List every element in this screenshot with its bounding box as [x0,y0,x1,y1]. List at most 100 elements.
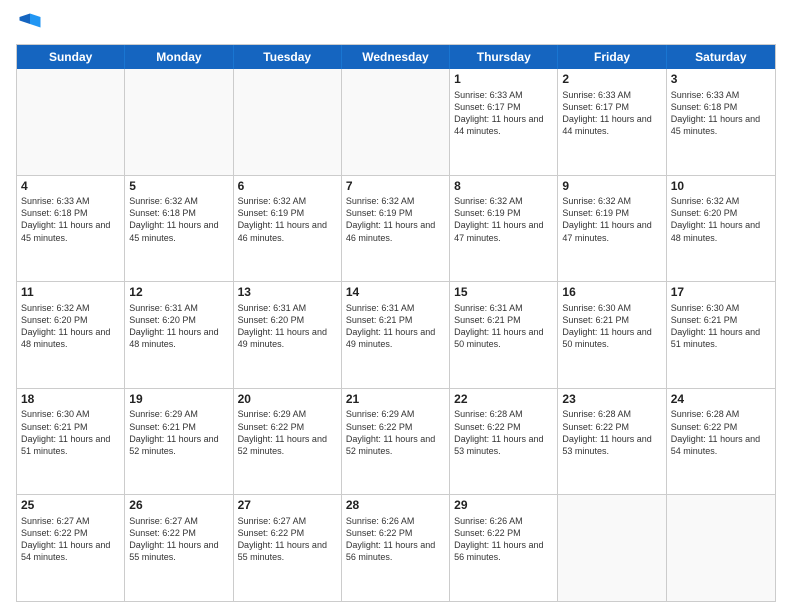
day-info: Sunrise: 6:31 AM Sunset: 6:20 PM Dayligh… [238,302,337,351]
day-number: 20 [238,392,337,408]
cal-cell: 29Sunrise: 6:26 AM Sunset: 6:22 PM Dayli… [450,495,558,601]
header [16,10,776,38]
day-number: 22 [454,392,553,408]
calendar-week-5: 25Sunrise: 6:27 AM Sunset: 6:22 PM Dayli… [17,495,775,601]
header-friday: Friday [558,45,666,69]
day-number: 10 [671,179,771,195]
day-info: Sunrise: 6:29 AM Sunset: 6:21 PM Dayligh… [129,408,228,457]
cal-cell: 21Sunrise: 6:29 AM Sunset: 6:22 PM Dayli… [342,389,450,495]
day-info: Sunrise: 6:32 AM Sunset: 6:20 PM Dayligh… [671,195,771,244]
day-info: Sunrise: 6:30 AM Sunset: 6:21 PM Dayligh… [562,302,661,351]
day-info: Sunrise: 6:33 AM Sunset: 6:17 PM Dayligh… [454,89,553,138]
day-number: 28 [346,498,445,514]
day-info: Sunrise: 6:28 AM Sunset: 6:22 PM Dayligh… [671,408,771,457]
cal-cell: 1Sunrise: 6:33 AM Sunset: 6:17 PM Daylig… [450,69,558,175]
calendar-week-3: 11Sunrise: 6:32 AM Sunset: 6:20 PM Dayli… [17,282,775,389]
day-info: Sunrise: 6:32 AM Sunset: 6:20 PM Dayligh… [21,302,120,351]
day-number: 5 [129,179,228,195]
day-number: 14 [346,285,445,301]
header-monday: Monday [125,45,233,69]
day-number: 24 [671,392,771,408]
cal-cell: 20Sunrise: 6:29 AM Sunset: 6:22 PM Dayli… [234,389,342,495]
cal-cell: 17Sunrise: 6:30 AM Sunset: 6:21 PM Dayli… [667,282,775,388]
cal-cell: 27Sunrise: 6:27 AM Sunset: 6:22 PM Dayli… [234,495,342,601]
cal-cell: 4Sunrise: 6:33 AM Sunset: 6:18 PM Daylig… [17,176,125,282]
cal-cell [234,69,342,175]
day-info: Sunrise: 6:30 AM Sunset: 6:21 PM Dayligh… [21,408,120,457]
calendar-body: 1Sunrise: 6:33 AM Sunset: 6:17 PM Daylig… [17,69,775,601]
day-number: 26 [129,498,228,514]
day-number: 3 [671,72,771,88]
cal-cell: 28Sunrise: 6:26 AM Sunset: 6:22 PM Dayli… [342,495,450,601]
cal-cell: 7Sunrise: 6:32 AM Sunset: 6:19 PM Daylig… [342,176,450,282]
day-info: Sunrise: 6:28 AM Sunset: 6:22 PM Dayligh… [562,408,661,457]
day-info: Sunrise: 6:29 AM Sunset: 6:22 PM Dayligh… [238,408,337,457]
day-info: Sunrise: 6:32 AM Sunset: 6:19 PM Dayligh… [562,195,661,244]
day-number: 15 [454,285,553,301]
day-number: 11 [21,285,120,301]
day-number: 8 [454,179,553,195]
cal-cell: 22Sunrise: 6:28 AM Sunset: 6:22 PM Dayli… [450,389,558,495]
calendar-header-row: Sunday Monday Tuesday Wednesday Thursday… [17,45,775,69]
day-info: Sunrise: 6:27 AM Sunset: 6:22 PM Dayligh… [21,515,120,564]
header-tuesday: Tuesday [234,45,342,69]
day-info: Sunrise: 6:26 AM Sunset: 6:22 PM Dayligh… [454,515,553,564]
cal-cell [667,495,775,601]
header-wednesday: Wednesday [342,45,450,69]
cal-cell: 8Sunrise: 6:32 AM Sunset: 6:19 PM Daylig… [450,176,558,282]
cal-cell: 10Sunrise: 6:32 AM Sunset: 6:20 PM Dayli… [667,176,775,282]
cal-cell: 9Sunrise: 6:32 AM Sunset: 6:19 PM Daylig… [558,176,666,282]
day-info: Sunrise: 6:33 AM Sunset: 6:18 PM Dayligh… [671,89,771,138]
cal-cell: 25Sunrise: 6:27 AM Sunset: 6:22 PM Dayli… [17,495,125,601]
cal-cell: 12Sunrise: 6:31 AM Sunset: 6:20 PM Dayli… [125,282,233,388]
day-number: 1 [454,72,553,88]
day-info: Sunrise: 6:26 AM Sunset: 6:22 PM Dayligh… [346,515,445,564]
cal-cell: 13Sunrise: 6:31 AM Sunset: 6:20 PM Dayli… [234,282,342,388]
day-number: 18 [21,392,120,408]
day-info: Sunrise: 6:27 AM Sunset: 6:22 PM Dayligh… [129,515,228,564]
day-number: 29 [454,498,553,514]
cal-cell: 11Sunrise: 6:32 AM Sunset: 6:20 PM Dayli… [17,282,125,388]
cal-cell [17,69,125,175]
cal-cell [125,69,233,175]
calendar-week-4: 18Sunrise: 6:30 AM Sunset: 6:21 PM Dayli… [17,389,775,496]
cal-cell [342,69,450,175]
cal-cell: 24Sunrise: 6:28 AM Sunset: 6:22 PM Dayli… [667,389,775,495]
day-number: 16 [562,285,661,301]
day-info: Sunrise: 6:32 AM Sunset: 6:18 PM Dayligh… [129,195,228,244]
day-number: 6 [238,179,337,195]
day-info: Sunrise: 6:31 AM Sunset: 6:21 PM Dayligh… [346,302,445,351]
logo [16,10,48,38]
cal-cell: 15Sunrise: 6:31 AM Sunset: 6:21 PM Dayli… [450,282,558,388]
day-info: Sunrise: 6:27 AM Sunset: 6:22 PM Dayligh… [238,515,337,564]
cal-cell: 3Sunrise: 6:33 AM Sunset: 6:18 PM Daylig… [667,69,775,175]
header-sunday: Sunday [17,45,125,69]
day-info: Sunrise: 6:28 AM Sunset: 6:22 PM Dayligh… [454,408,553,457]
cal-cell: 19Sunrise: 6:29 AM Sunset: 6:21 PM Dayli… [125,389,233,495]
cal-cell: 26Sunrise: 6:27 AM Sunset: 6:22 PM Dayli… [125,495,233,601]
day-info: Sunrise: 6:31 AM Sunset: 6:20 PM Dayligh… [129,302,228,351]
cal-cell: 14Sunrise: 6:31 AM Sunset: 6:21 PM Dayli… [342,282,450,388]
cal-cell [558,495,666,601]
day-number: 19 [129,392,228,408]
day-number: 27 [238,498,337,514]
day-number: 4 [21,179,120,195]
page: Sunday Monday Tuesday Wednesday Thursday… [0,0,792,612]
day-info: Sunrise: 6:30 AM Sunset: 6:21 PM Dayligh… [671,302,771,351]
day-number: 7 [346,179,445,195]
day-info: Sunrise: 6:32 AM Sunset: 6:19 PM Dayligh… [346,195,445,244]
day-info: Sunrise: 6:31 AM Sunset: 6:21 PM Dayligh… [454,302,553,351]
day-info: Sunrise: 6:32 AM Sunset: 6:19 PM Dayligh… [454,195,553,244]
cal-cell: 18Sunrise: 6:30 AM Sunset: 6:21 PM Dayli… [17,389,125,495]
day-info: Sunrise: 6:32 AM Sunset: 6:19 PM Dayligh… [238,195,337,244]
cal-cell: 2Sunrise: 6:33 AM Sunset: 6:17 PM Daylig… [558,69,666,175]
cal-cell: 5Sunrise: 6:32 AM Sunset: 6:18 PM Daylig… [125,176,233,282]
day-number: 13 [238,285,337,301]
cal-cell: 23Sunrise: 6:28 AM Sunset: 6:22 PM Dayli… [558,389,666,495]
calendar-week-1: 1Sunrise: 6:33 AM Sunset: 6:17 PM Daylig… [17,69,775,176]
day-info: Sunrise: 6:29 AM Sunset: 6:22 PM Dayligh… [346,408,445,457]
day-number: 23 [562,392,661,408]
day-number: 21 [346,392,445,408]
calendar-week-2: 4Sunrise: 6:33 AM Sunset: 6:18 PM Daylig… [17,176,775,283]
logo-icon [16,10,44,38]
